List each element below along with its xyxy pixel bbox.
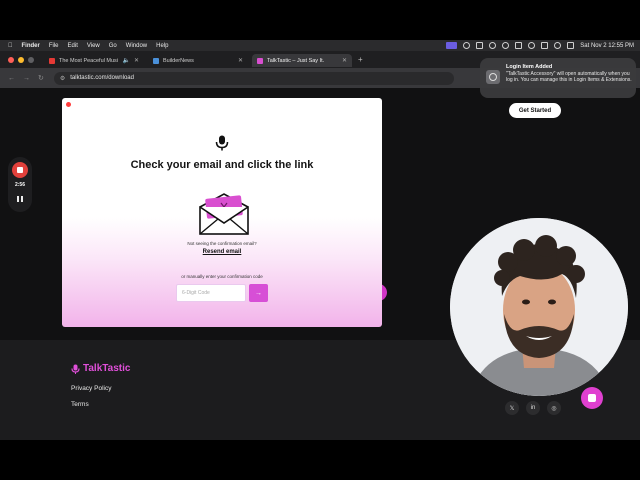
email-confirmation-modal: Check your email and click the link Not … — [62, 98, 382, 327]
tab-buildernews[interactable]: BuilderNews ✕ — [148, 54, 248, 67]
screen-bottom-letterbox — [0, 440, 640, 480]
address-bar[interactable]: ⚙ talktastic.com/download — [53, 71, 454, 85]
forward-icon[interactable]: → — [23, 75, 30, 82]
site-info-icon[interactable]: ⚙ — [60, 75, 65, 82]
menu-file[interactable]: File — [49, 43, 59, 49]
bluetooth-icon[interactable] — [528, 42, 536, 49]
recording-widget: 2:56 — [8, 157, 32, 212]
control-center-icon[interactable] — [567, 42, 575, 49]
menu-edit[interactable]: Edit — [68, 43, 78, 49]
pause-icon[interactable] — [16, 196, 24, 204]
tab-peaceful-music[interactable]: The Most Peaceful Music 🔈 ✕ — [44, 54, 144, 67]
status-icon[interactable] — [489, 42, 497, 49]
instagram-social-icon[interactable]: ◎ — [547, 401, 561, 415]
close-window-icon[interactable] — [8, 56, 14, 63]
battery-icon[interactable] — [541, 42, 549, 49]
new-tab-icon[interactable]: + — [358, 55, 363, 64]
modal-close-dot[interactable] — [66, 102, 71, 107]
terms-link[interactable]: Terms — [71, 401, 89, 408]
webcam-bubble[interactable] — [450, 218, 628, 396]
modal-title: Check your email and click the link — [130, 159, 314, 171]
login-item-notification[interactable]: Login Item Added "TalkTastic Accessory" … — [480, 58, 636, 98]
confirmation-code-input[interactable] — [176, 284, 246, 302]
not-seeing-text: Not seeing the confirmation email? — [187, 241, 257, 246]
menu-view[interactable]: View — [87, 43, 100, 49]
apple-menu-icon[interactable]:  — [8, 43, 13, 49]
envelope-icon — [199, 193, 249, 235]
window-controls — [0, 56, 44, 63]
manual-code-text: or manually enter your confirmation code — [181, 274, 263, 279]
recording-timer: 2:56 — [14, 182, 25, 188]
get-started-button[interactable]: Get Started — [509, 103, 561, 118]
login-items-settings-icon — [486, 70, 500, 84]
resend-email-link[interactable]: Resend email — [62, 249, 382, 255]
menu-help[interactable]: Help — [156, 43, 168, 49]
screen-record-icon[interactable] — [446, 42, 458, 49]
volume-icon[interactable] — [515, 42, 523, 49]
close-tab-icon[interactable]: ✕ — [134, 57, 139, 64]
talktastic-mic-icon — [215, 135, 229, 151]
youtube-icon — [49, 57, 55, 64]
menu-go[interactable]: Go — [109, 43, 117, 49]
close-tab-icon[interactable]: ✕ — [342, 57, 347, 64]
brand-name: TalkTastic — [83, 363, 131, 374]
minimize-window-icon[interactable] — [18, 56, 24, 63]
submit-code-button[interactable]: → — [249, 284, 268, 302]
tab-talktastic[interactable]: TalkTastic – Just Say It. ✕ — [252, 54, 352, 67]
linkedin-social-icon[interactable]: in — [526, 401, 540, 415]
talktastic-favicon-icon — [257, 57, 263, 64]
x-social-icon[interactable]: 𝕏 — [505, 401, 519, 415]
app-menu-finder[interactable]: Finder — [22, 43, 40, 49]
menu-bar-clock[interactable]: Sat Nov 2 12:55 PM — [580, 43, 634, 49]
edit-icon[interactable] — [476, 42, 484, 49]
screen:  Finder File Edit View Go Window Help S… — [0, 0, 640, 480]
footer-brand-logo[interactable]: TalkTastic — [71, 363, 130, 374]
search-icon[interactable] — [554, 42, 562, 49]
reload-icon[interactable]: ↻ — [38, 74, 44, 82]
notification-title: Login Item Added — [506, 64, 553, 70]
stop-icon — [17, 167, 23, 173]
back-icon[interactable]: ← — [8, 75, 15, 82]
menu-window[interactable]: Window — [126, 43, 147, 49]
chat-support-button[interactable] — [581, 387, 603, 409]
stop-recording-button[interactable] — [12, 162, 28, 178]
buildernews-icon — [153, 57, 159, 64]
privacy-policy-link[interactable]: Privacy Policy — [71, 385, 111, 392]
chat-icon — [588, 394, 596, 402]
brand-mic-icon — [71, 364, 80, 374]
close-tab-icon[interactable]: ✕ — [238, 57, 243, 64]
url-text: talktastic.com/download — [70, 75, 134, 81]
macos-menu-bar:  Finder File Edit View Go Window Help S… — [0, 40, 640, 51]
settings-icon[interactable] — [463, 42, 471, 49]
speaker-icon[interactable]: 🔈 — [122, 57, 129, 64]
zoom-window-icon[interactable] — [28, 56, 34, 63]
play-icon[interactable] — [502, 42, 510, 49]
notification-body: "TalkTastic Accessory" will open automat… — [506, 71, 632, 83]
webcam-person-image — [450, 218, 628, 396]
